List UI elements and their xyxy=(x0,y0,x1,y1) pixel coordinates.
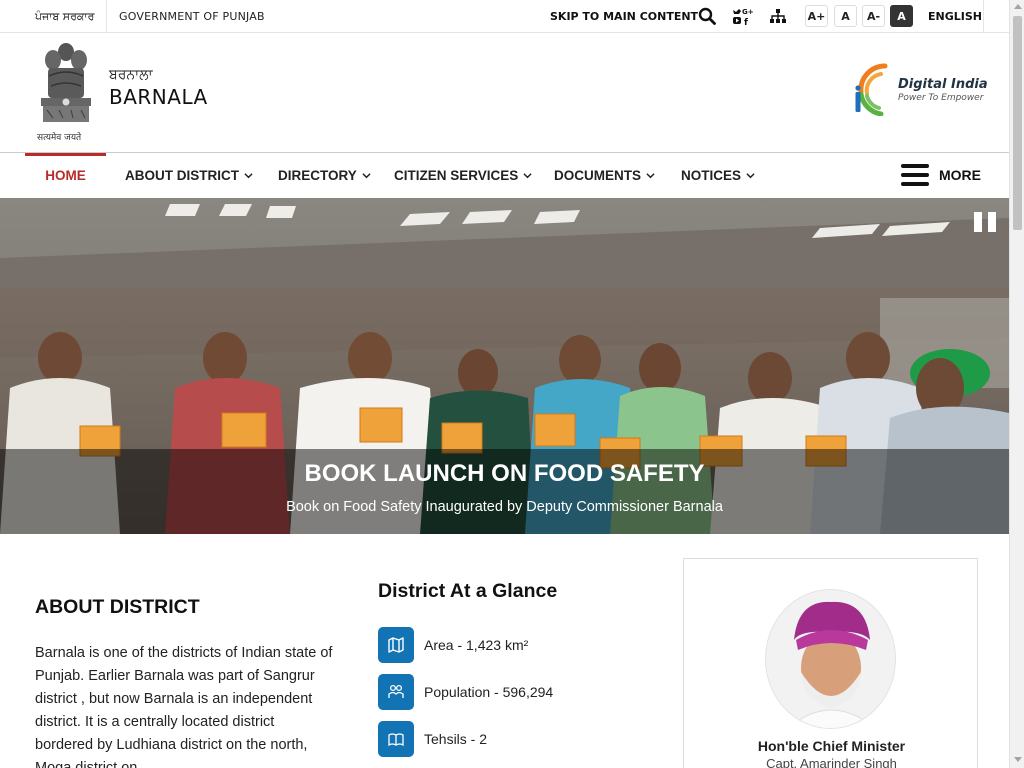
scroll-up-arrow-icon[interactable] xyxy=(1014,4,1022,9)
nav-item-documents[interactable]: DOCUMENTS xyxy=(554,153,655,198)
hero-slider[interactable]: BOOK LAUNCH ON FOOD SAFETY Book on Food … xyxy=(0,198,1009,534)
more-label: MORE xyxy=(939,167,981,183)
glance-item-label: Population - 596,294 xyxy=(424,684,554,700)
scroll-down-arrow-icon[interactable] xyxy=(1014,757,1022,762)
divider xyxy=(983,0,984,32)
glance-item-label: Area - 1,423 km² xyxy=(424,637,529,653)
social-media-icon[interactable]: G+ f xyxy=(731,6,753,26)
chevron-down-icon xyxy=(646,173,655,179)
map-icon xyxy=(378,627,414,663)
nav-item-about-district[interactable]: ABOUT DISTRICT xyxy=(125,153,253,198)
nav-item-label: HOME xyxy=(45,168,86,183)
site-header: सत्यमेव जयते ਬਰਨਾਲਾ BARNALA Digital Indi… xyxy=(0,33,1009,153)
svg-text:G+: G+ xyxy=(742,8,753,16)
chevron-down-icon xyxy=(746,173,755,179)
font-normal-button[interactable]: A xyxy=(834,5,857,27)
nav-item-label: ABOUT DISTRICT xyxy=(125,168,239,183)
scrollbar-thumb[interactable] xyxy=(1013,16,1022,230)
search-icon[interactable] xyxy=(696,6,718,26)
chief-minister-card: Hon'ble Chief Minister Capt. Amarinder S… xyxy=(683,558,978,768)
vertical-scrollbar[interactable] xyxy=(1009,0,1024,768)
government-english-link[interactable]: GOVERNMENT OF PUNJAB xyxy=(119,10,265,23)
about-district-text: Barnala is one of the districts of India… xyxy=(35,645,333,768)
digital-india-tagline: Power To Empower xyxy=(898,93,984,103)
hamburger-icon xyxy=(901,164,929,186)
glance-item-area: Area - 1,423 km² xyxy=(378,627,528,663)
more-menu-button[interactable]: MORE xyxy=(901,164,981,186)
digital-india-title: Digital India xyxy=(898,77,988,92)
about-district-heading: ABOUT DISTRICT xyxy=(35,596,200,618)
slide-title: BOOK LAUNCH ON FOOD SAFETY xyxy=(304,460,705,487)
government-punjabi-label: ਪੰਜਾਬ ਸਰਕਾਰ xyxy=(35,10,95,23)
chevron-down-icon xyxy=(362,173,371,179)
glance-item-tehsils: Tehsils - 2 xyxy=(378,721,487,757)
chief-minister-name: Capt. Amarinder Singh xyxy=(766,756,897,768)
nav-item-label: CITIZEN SERVICES xyxy=(394,168,519,183)
chevron-down-icon xyxy=(523,173,532,179)
glance-item-label: Tehsils - 2 xyxy=(424,731,488,747)
skip-to-main-content-link[interactable]: SKIP TO MAIN CONTENT xyxy=(550,10,698,23)
glance-item-population: Population - 596,294 xyxy=(378,674,553,710)
book-icon xyxy=(378,721,414,757)
nav-item-label: DOCUMENTS xyxy=(554,168,641,183)
nav-item-notices[interactable]: NOTICES xyxy=(681,153,755,198)
nav-item-label: NOTICES xyxy=(681,168,742,183)
district-name-punjabi[interactable]: ਬਰਨਾਲਾ xyxy=(109,67,153,83)
chevron-down-icon xyxy=(244,173,253,179)
nav-item-label: DIRECTORY xyxy=(278,168,357,183)
language-selector[interactable]: ENGLISH xyxy=(928,10,982,23)
district-name-english[interactable]: BARNALA xyxy=(109,85,208,109)
font-decrease-button[interactable]: A- xyxy=(862,5,885,27)
sitemap-icon[interactable] xyxy=(767,6,789,26)
top-utility-bar: ਪੰਜਾਬ ਸਰਕਾਰ GOVERNMENT OF PUNJAB SKIP TO… xyxy=(0,0,1009,33)
emblem-caption: सत्यमेव जयते xyxy=(37,133,82,143)
high-contrast-button[interactable]: A xyxy=(890,5,913,27)
district-at-a-glance-heading: District At a Glance xyxy=(378,580,558,602)
slide-subtitle: Book on Food Safety Inaugurated by Deput… xyxy=(286,499,723,515)
svg-text:f: f xyxy=(744,18,748,26)
nav-item-home[interactable]: HOME xyxy=(25,153,106,198)
main-navigation: HOME ABOUT DISTRICT DIRECTORY CITIZEN SE… xyxy=(0,153,1009,198)
font-increase-button[interactable]: A+ xyxy=(805,5,828,27)
chief-minister-photo xyxy=(765,589,896,729)
nav-item-directory[interactable]: DIRECTORY xyxy=(278,153,371,198)
nav-item-citizen-services[interactable]: CITIZEN SERVICES xyxy=(394,153,532,198)
divider xyxy=(106,0,107,32)
population-icon xyxy=(378,674,414,710)
chief-minister-title: Hon'ble Chief Minister xyxy=(757,738,906,754)
pause-slider-button[interactable] xyxy=(974,212,996,232)
